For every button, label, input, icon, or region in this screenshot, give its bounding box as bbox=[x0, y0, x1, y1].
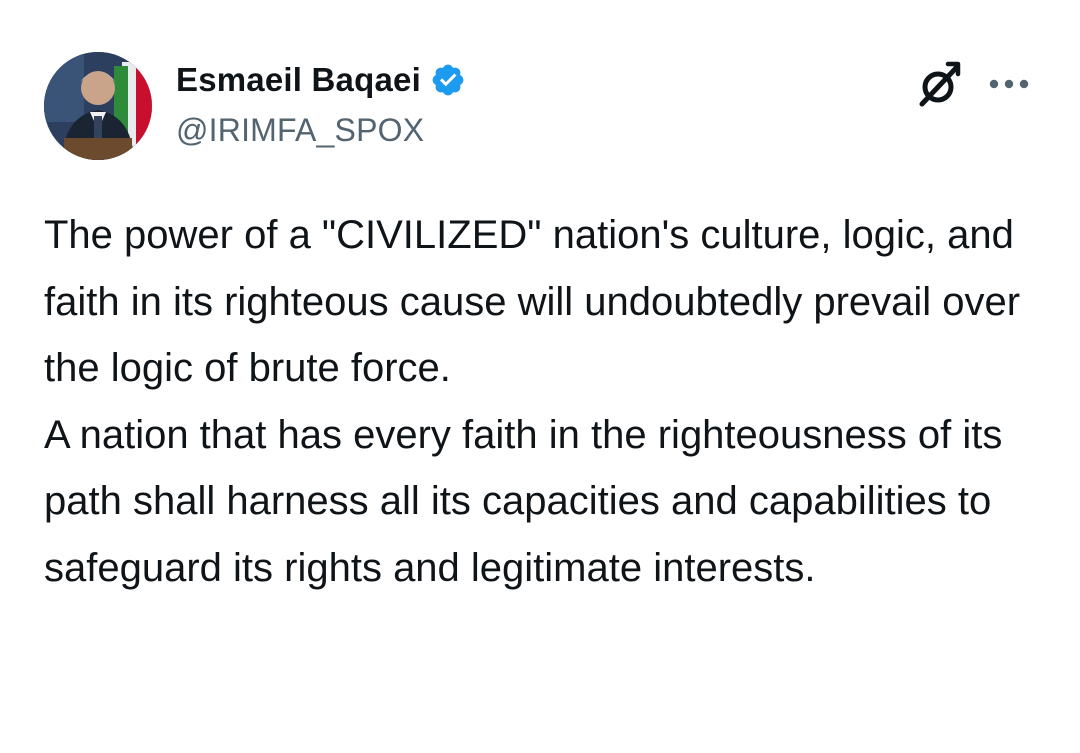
tweet-text: The power of a "CIVILIZED" nation's cult… bbox=[44, 202, 1054, 601]
avatar-photo bbox=[44, 52, 152, 160]
tweet-paragraph: The power of a "CIVILIZED" nation's cult… bbox=[44, 213, 1021, 390]
author-handle[interactable]: @IRIMFA_SPOX bbox=[176, 112, 424, 149]
tweet-card: Esmaeil Baqaei @IRIMFA_SPOX The power of… bbox=[0, 0, 1080, 753]
author-name-row: Esmaeil Baqaei bbox=[176, 58, 466, 102]
verified-badge-icon[interactable] bbox=[430, 62, 466, 98]
author-display-name[interactable]: Esmaeil Baqaei bbox=[176, 61, 421, 99]
author-avatar[interactable] bbox=[44, 52, 152, 160]
tweet-paragraph: A nation that has every faith in the rig… bbox=[44, 412, 1003, 590]
grok-icon[interactable] bbox=[912, 60, 964, 112]
more-options-icon[interactable] bbox=[986, 74, 1032, 94]
